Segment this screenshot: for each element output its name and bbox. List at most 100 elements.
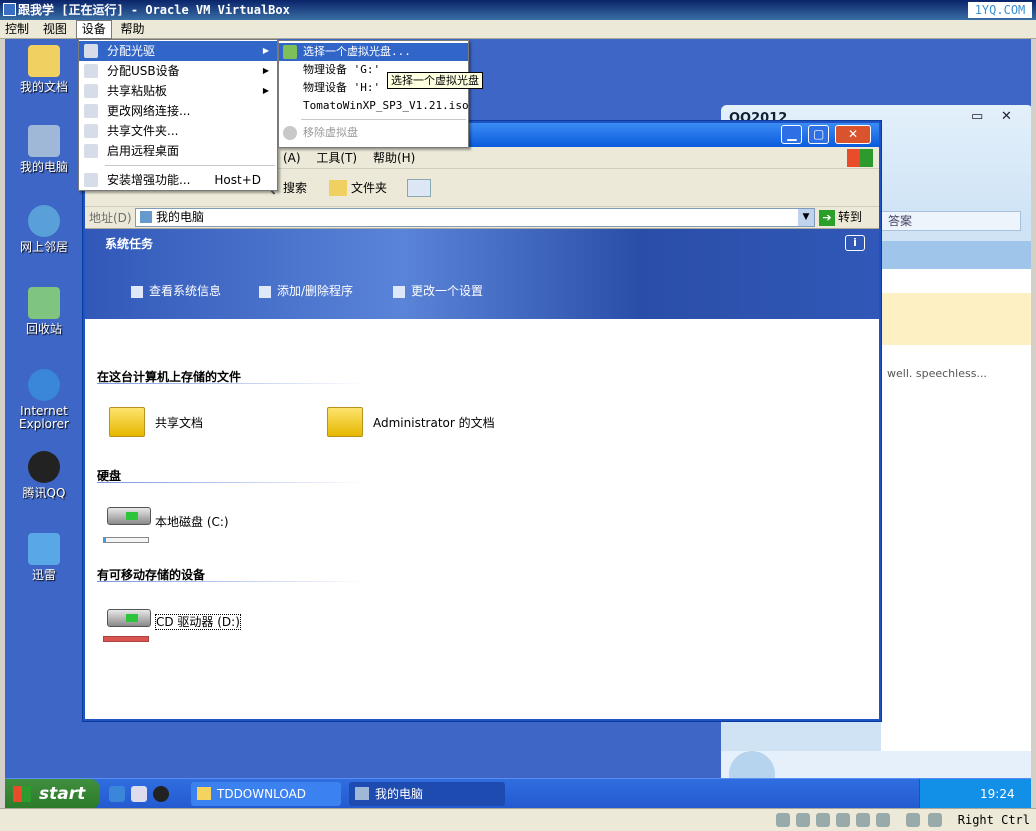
folder-icon[interactable] bbox=[327, 407, 363, 437]
menu-item-shared-folders[interactable]: 共享文件夹... bbox=[79, 121, 277, 141]
computer-icon bbox=[355, 787, 369, 800]
recycle-bin-icon bbox=[28, 287, 60, 319]
cd-icon bbox=[84, 44, 98, 58]
drive-d[interactable]: CD 驱动器 (D:) bbox=[155, 614, 241, 630]
go-arrow-icon: ➔ bbox=[819, 209, 835, 226]
explorer-window: ▁ ▢ ✕ (A) 工具(T) 帮助(H) 🔍 搜索 文件夹 地址(D) 我的电… bbox=[83, 121, 881, 721]
usb-status-icon[interactable] bbox=[816, 813, 830, 827]
usb-icon bbox=[84, 64, 98, 78]
address-bar: 地址(D) 我的电脑 ▼ ➔ 转到 bbox=[85, 207, 879, 229]
menu-item-usb[interactable]: 分配USB设备 ▶ bbox=[79, 61, 277, 81]
drive-c[interactable]: 本地磁盘 (C:) bbox=[155, 515, 229, 529]
disk-image-icon bbox=[283, 45, 297, 59]
desktop-icon-my-documents[interactable]: 我的文档 bbox=[8, 45, 80, 94]
cd-status-icon[interactable] bbox=[796, 813, 810, 827]
task-add-remove-programs[interactable]: 添加/删除程序 bbox=[233, 283, 353, 307]
install-icon bbox=[84, 173, 98, 187]
views-icon[interactable] bbox=[407, 179, 431, 197]
system-info-icon bbox=[131, 285, 143, 298]
qq-message-snippet: well. speechless... bbox=[887, 367, 987, 380]
vbox-status-bar: Right Ctrl bbox=[0, 808, 1036, 831]
folder-icon bbox=[28, 45, 60, 77]
vbox-menu-control[interactable]: 控制 bbox=[0, 20, 34, 39]
devices-menu: 分配光驱 ▶ 分配USB设备 ▶ 共享粘贴板 ▶ 更改网络连接... 共享文件夹...… bbox=[78, 39, 278, 191]
taskbar-task-tddownload[interactable]: TDDOWNLOAD bbox=[191, 782, 341, 806]
close-button[interactable]: ✕ bbox=[835, 125, 871, 144]
system-tray: 19:24 bbox=[919, 779, 1031, 809]
mouse-integration-icon[interactable] bbox=[906, 813, 920, 827]
clipboard-icon bbox=[84, 84, 98, 98]
desktop-icon-my-computer[interactable]: 我的电脑 bbox=[8, 125, 80, 174]
taskbar-task-my-computer[interactable]: 我的电脑 bbox=[349, 782, 505, 806]
divider bbox=[97, 383, 367, 384]
task-change-setting[interactable]: 更改一个设置 bbox=[367, 283, 483, 307]
divider bbox=[97, 581, 367, 582]
system-tasks-panel: 系统任务 i 查看系统信息 添加/删除程序 更改一个设置 bbox=[85, 229, 879, 319]
desktop-icon-network[interactable]: 网上邻居 bbox=[8, 205, 80, 254]
address-input[interactable]: 我的电脑 ▼ bbox=[135, 208, 815, 227]
host-key-label: Right Ctrl bbox=[957, 813, 1030, 827]
vbox-menubar: 控制 视图 设备 帮助 bbox=[0, 20, 1036, 39]
menu-item-guest-additions[interactable]: 安装增强功能... Host+D bbox=[79, 170, 277, 190]
desktop-icon-thunder[interactable]: 迅雷 bbox=[8, 533, 80, 582]
vbox-menu-devices[interactable]: 设备 bbox=[75, 20, 112, 39]
menu-help[interactable]: 帮助(H) bbox=[367, 147, 421, 169]
menu-tools[interactable]: 工具(T) bbox=[310, 147, 363, 169]
drive-c-usage-bar bbox=[103, 537, 149, 543]
hdd-status-icon[interactable] bbox=[776, 813, 790, 827]
menu-item-network[interactable]: 更改网络连接... bbox=[79, 101, 277, 121]
computer-icon bbox=[28, 125, 60, 157]
desktop-icon-qq[interactable]: 腾讯QQ bbox=[8, 451, 80, 500]
submenu-choose-virtual-disk[interactable]: 选择一个虚拟光盘... bbox=[279, 43, 468, 61]
qq-search-input[interactable]: 答案 bbox=[881, 211, 1021, 231]
ie-quicklaunch-icon[interactable] bbox=[109, 786, 125, 802]
cd-drive-icon[interactable] bbox=[107, 609, 151, 627]
clock[interactable]: 19:24 bbox=[980, 779, 1015, 809]
keyboard-capture-icon[interactable] bbox=[928, 813, 942, 827]
minimize-button[interactable]: ▁ bbox=[781, 125, 803, 144]
virtualbox-icon bbox=[3, 3, 16, 16]
folders-button[interactable]: 文件夹 bbox=[351, 178, 387, 198]
computer-icon bbox=[140, 211, 152, 223]
menu-favorites[interactable]: (A) bbox=[277, 147, 307, 169]
maximize-button[interactable]: ▢ bbox=[808, 125, 830, 144]
network-icon bbox=[84, 104, 98, 118]
shared-folder-icon bbox=[84, 124, 98, 138]
desktop-icon-recycle-bin[interactable]: 回收站 bbox=[8, 287, 80, 336]
folder-shared-documents[interactable]: 共享文档 bbox=[155, 416, 203, 430]
qq-quicklaunch-icon[interactable] bbox=[153, 786, 169, 802]
menu-item-clipboard[interactable]: 共享粘贴板 ▶ bbox=[79, 81, 277, 101]
search-button[interactable]: 搜索 bbox=[283, 178, 307, 198]
vbox-menu-view[interactable]: 视图 bbox=[38, 20, 72, 39]
menu-item-remote-desktop[interactable]: 启用远程桌面 bbox=[79, 141, 277, 161]
taskbar: start TDDOWNLOAD 我的电脑 19:24 bbox=[5, 778, 1031, 809]
watermark-brand: 1YQ.COM bbox=[968, 2, 1032, 18]
submenu-iso-file[interactable]: TomatoWinXP_SP3_V1.21.iso bbox=[279, 97, 469, 115]
go-button[interactable]: ➔ 转到 bbox=[819, 208, 862, 227]
menu-item-cd-drive[interactable]: 分配光驱 ▶ bbox=[79, 41, 277, 61]
programs-icon bbox=[259, 285, 271, 298]
info-icon[interactable]: i bbox=[845, 235, 865, 251]
capture-status-icon[interactable] bbox=[876, 813, 890, 827]
qq-tab-bar[interactable] bbox=[881, 241, 1031, 269]
folder-icon[interactable] bbox=[109, 407, 145, 437]
chevron-down-icon[interactable]: ▼ bbox=[798, 209, 814, 226]
control-panel-icon bbox=[393, 285, 405, 298]
folder-admin-documents[interactable]: Administrator 的文档 bbox=[373, 416, 495, 430]
windows-logo-icon bbox=[847, 149, 873, 167]
qq-close-button[interactable]: ✕ bbox=[1001, 109, 1012, 124]
vbox-menu-help[interactable]: 帮助 bbox=[116, 20, 150, 39]
start-button[interactable]: start bbox=[5, 779, 100, 809]
menu-separator bbox=[105, 165, 275, 166]
desktop-quicklaunch-icon[interactable] bbox=[131, 786, 147, 802]
task-view-system-info[interactable]: 查看系统信息 bbox=[105, 283, 221, 307]
tooltip: 选择一个虚拟光盘 bbox=[387, 72, 483, 89]
shared-folder-status-icon[interactable] bbox=[856, 813, 870, 827]
network-status-icon[interactable] bbox=[836, 813, 850, 827]
desktop-icon-ie[interactable]: Internet Explorer bbox=[8, 369, 80, 431]
internet-explorer-icon bbox=[28, 369, 60, 401]
folder-icon[interactable] bbox=[329, 180, 347, 196]
hard-disk-icon[interactable] bbox=[107, 507, 151, 525]
qq-penguin-icon bbox=[28, 451, 60, 483]
qq-minimize-button[interactable]: ▭ bbox=[971, 109, 983, 124]
